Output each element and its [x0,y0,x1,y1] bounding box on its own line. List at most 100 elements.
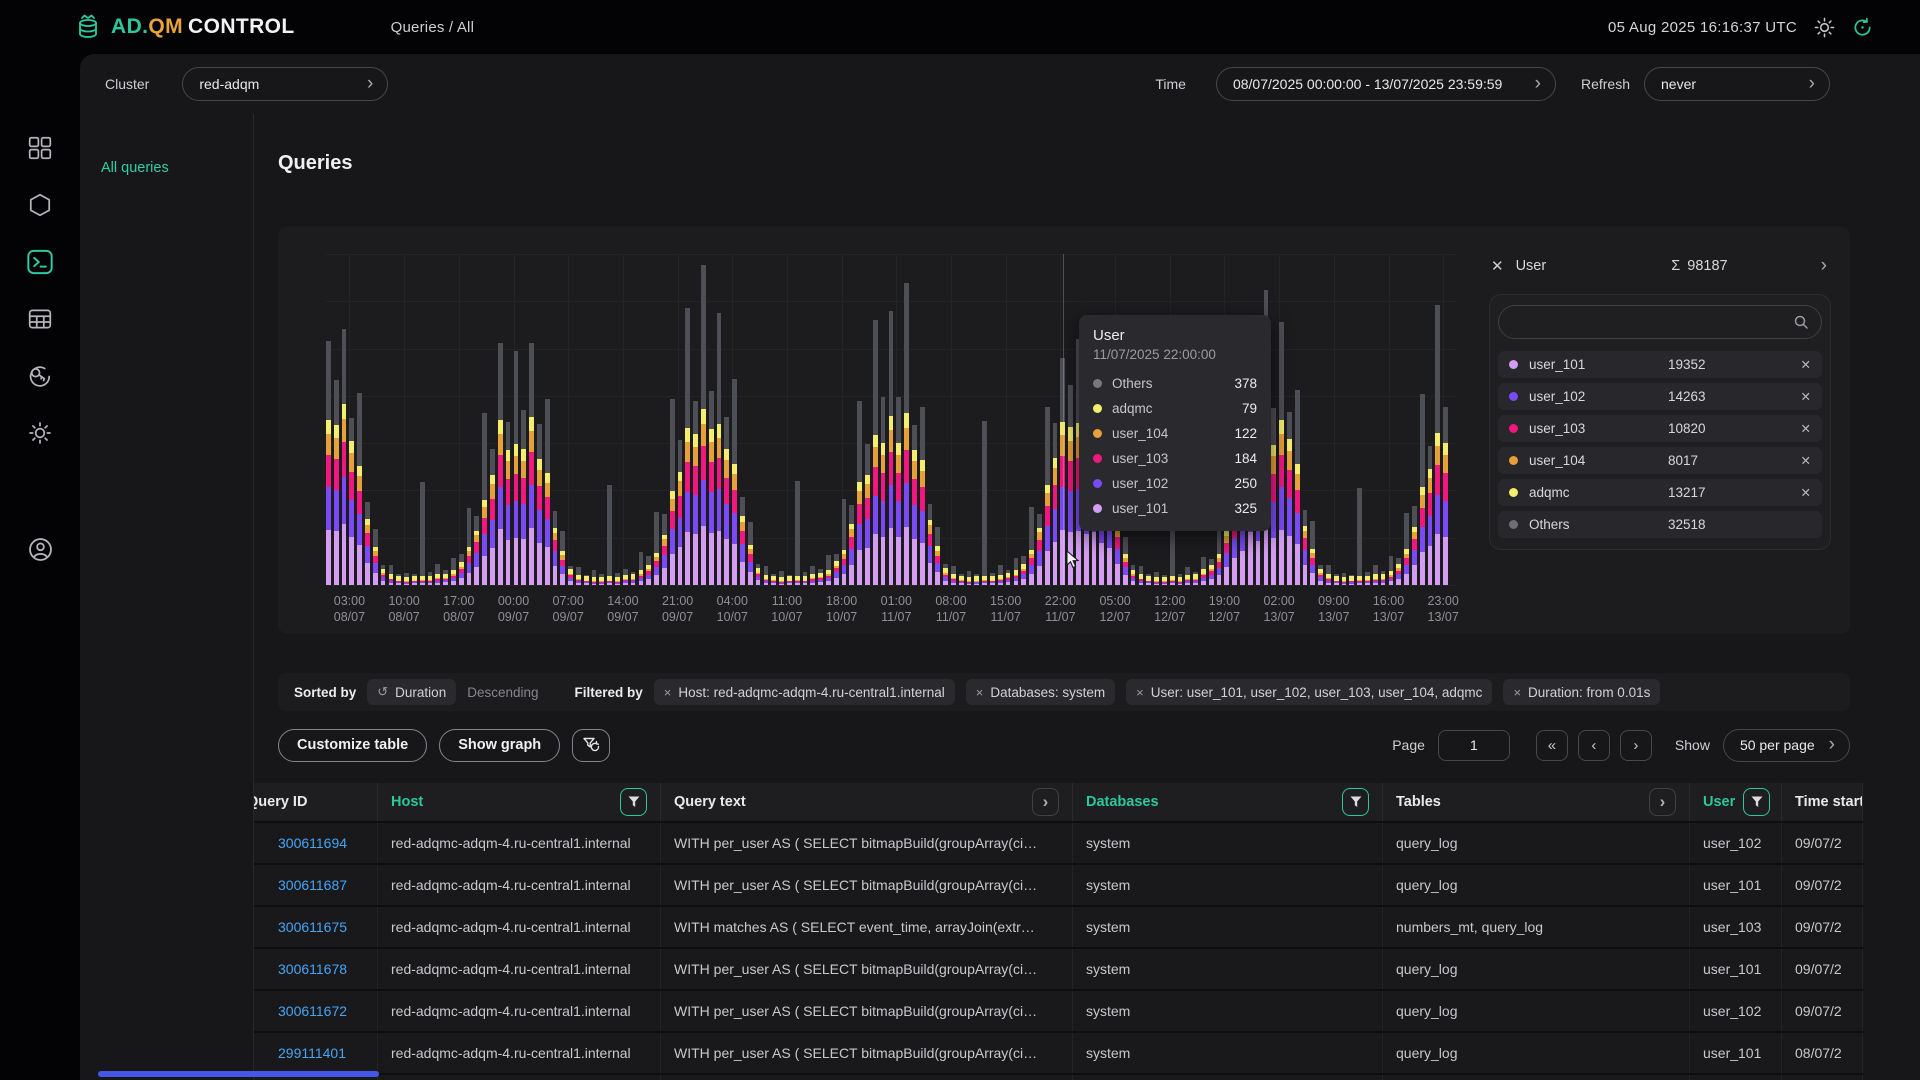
chart-bar[interactable] [1279,322,1284,585]
chart-bar[interactable] [748,522,753,585]
column-header-user[interactable]: User [1690,783,1782,821]
chart-bar[interactable] [490,449,495,585]
chart-bar[interactable] [482,413,487,585]
column-filter-button[interactable] [620,788,647,816]
table-row[interactable]: 300611678red-adqmc-adqm-4.ru-central1.in… [254,949,1863,991]
column-header-databases[interactable]: Databases [1073,783,1383,821]
chart-bar[interactable] [1053,423,1058,585]
chart-bar[interactable] [389,565,394,585]
chart-bar[interactable] [849,505,854,585]
chart-bar[interactable] [607,485,612,585]
chart-bar[interactable] [709,391,714,585]
chart-bar[interactable] [771,574,776,585]
chart-bar[interactable] [1443,407,1448,585]
chart-bar[interactable] [732,379,737,585]
chart-bar[interactable] [701,265,706,585]
chart-bar[interactable] [631,572,636,585]
chart-bar[interactable] [1420,394,1425,585]
chart-bar[interactable] [1123,537,1128,585]
chart-bar[interactable] [1412,506,1417,585]
breadcrumb[interactable]: Queries / All [391,19,474,36]
chart-bar[interactable] [990,573,995,585]
chart-bar[interactable] [568,566,573,585]
chart-bar[interactable] [334,380,339,585]
legend-row-user_102[interactable]: user_10214263✕ [1498,383,1822,410]
chart-bar[interactable] [459,554,464,585]
legend-row-user_104[interactable]: user_1048017✕ [1498,447,1822,474]
chart-bar[interactable] [1131,565,1136,585]
chart-bar[interactable] [514,351,519,585]
page-first-button[interactable]: « [1536,730,1568,761]
sidebar-item-tables[interactable] [25,305,55,333]
chart-bar[interactable] [646,556,651,585]
filter-chip[interactable]: ×Host: red-adqmc-adqm-4.ru-central1.inte… [654,679,955,705]
chart-bar[interactable] [342,329,347,585]
remove-series-icon[interactable]: ✕ [1801,453,1811,468]
table-row[interactable]: 300611687red-adqmc-adqm-4.ru-central1.in… [254,865,1863,907]
legend-search[interactable] [1498,305,1822,339]
remove-series-icon[interactable]: ✕ [1801,485,1811,500]
chart-bar[interactable] [693,401,698,585]
chart-bar[interactable] [623,569,628,585]
chart-bar[interactable] [1029,507,1034,585]
chart-bar[interactable] [779,571,784,585]
chart-bar[interactable] [717,313,722,585]
table-row[interactable]: 300611672red-adqmc-adqm-4.ru-central1.in… [254,991,1863,1033]
chart-bar[interactable] [365,502,370,585]
chart-bar[interactable] [1318,565,1323,585]
chart-bar[interactable] [896,397,901,585]
chart-bar[interactable] [545,399,550,585]
chart-bar[interactable] [795,481,800,585]
chart-bar[interactable] [951,566,956,585]
chart-bar[interactable] [1006,570,1011,585]
customize-table-button[interactable]: Customize table [278,729,427,762]
chart-bar[interactable] [1021,556,1026,585]
chart-bar[interactable] [443,570,448,585]
sidebar-item-profile[interactable] [25,535,55,563]
chart-bar[interactable] [1178,574,1183,585]
remove-series-icon[interactable]: ✕ [1801,421,1811,436]
chart-bar[interactable] [740,497,745,585]
chart-bar[interactable] [592,570,597,585]
chart-bar[interactable] [529,343,534,585]
legend-row-adqmc[interactable]: adqmc13217✕ [1498,479,1822,506]
chart-bar[interactable] [826,555,831,585]
chart-bar[interactable] [1435,305,1440,585]
filter-chip[interactable]: ×Databases: system [966,679,1115,705]
show-graph-button[interactable]: Show graph [439,729,560,762]
sidebar-item-dashboard[interactable] [25,134,55,162]
chart-bar[interactable] [764,566,769,585]
chart-bar[interactable] [1389,556,1394,585]
chart-bar[interactable] [1373,565,1378,585]
table-row[interactable]: 299111401red-adqmc-adqm-4.ru-central1.in… [254,1033,1863,1075]
chart-bar[interactable] [1209,559,1214,585]
chart-bar[interactable] [928,504,933,585]
chart-bar[interactable] [498,343,503,585]
chart-bar[interactable] [357,393,362,585]
chart-bar[interactable] [1185,567,1190,585]
query-id-link[interactable]: 300611678 [254,949,378,989]
chart-bar[interactable] [678,440,683,585]
remove-filter-icon[interactable]: × [1513,685,1521,700]
chart-bar[interactable] [326,341,331,585]
column-header-query-id[interactable]: Query ID [254,783,378,821]
column-header-host[interactable]: Host [378,783,661,821]
column-filter-button[interactable] [1743,788,1770,816]
chart-bar[interactable] [404,573,409,585]
chart-bar[interactable] [373,529,378,585]
chart-bar[interactable] [1381,571,1386,585]
theme-sun-icon[interactable] [1814,17,1835,38]
chart-bar[interactable] [474,516,479,585]
chart-bar[interactable] [967,571,972,585]
per-page-select[interactable]: 50 per page› [1723,729,1850,762]
chart-bar[interactable] [818,569,823,585]
query-id-link[interactable]: 300611687 [254,865,378,905]
page-prev-button[interactable]: ‹ [1578,730,1610,761]
table-row[interactable]: 300611675red-adqmc-adqm-4.ru-central1.in… [254,907,1863,949]
remove-series-icon[interactable]: ✕ [1801,389,1811,404]
chart-bar[interactable] [1326,565,1331,585]
chart-bar[interactable] [865,444,870,585]
query-id-link[interactable]: 300611694 [254,823,378,863]
chart-bar[interactable] [1357,488,1362,585]
chart-bar[interactable] [920,407,925,585]
